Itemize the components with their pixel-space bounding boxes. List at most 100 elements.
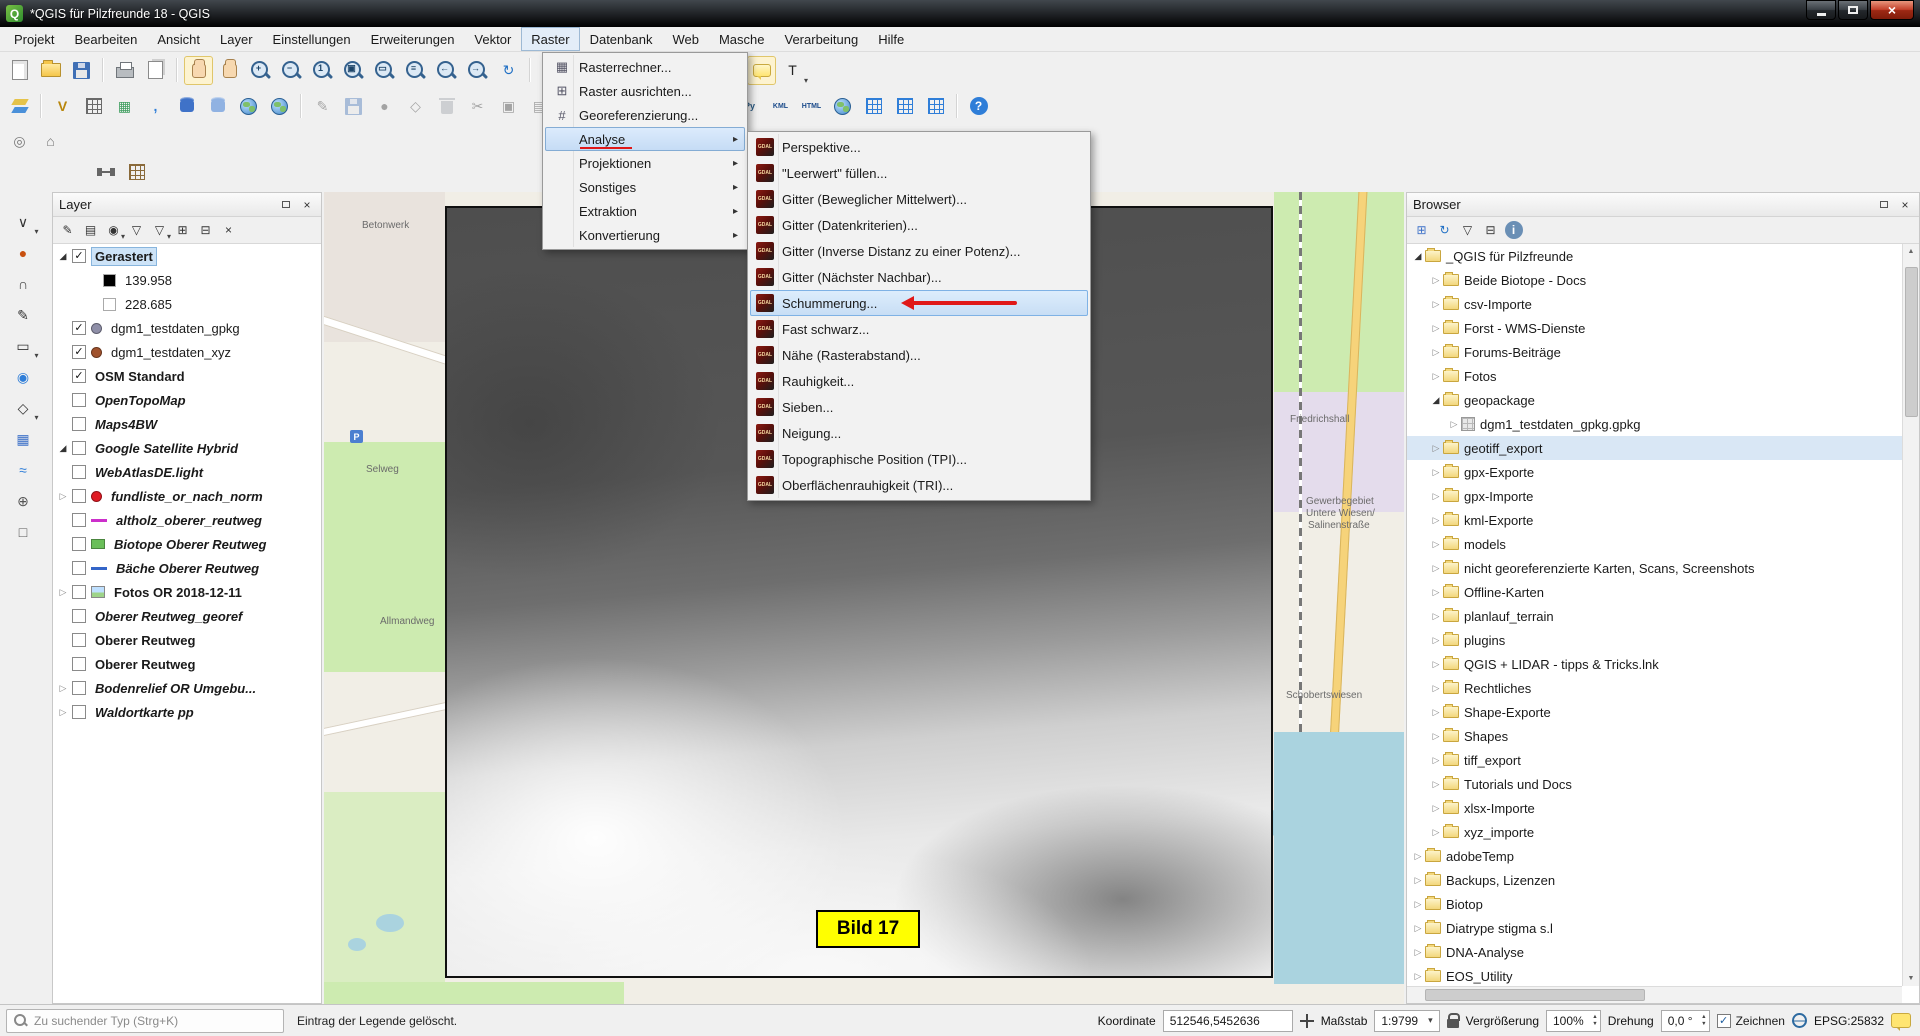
layer-name[interactable]: Oberer Reutweg_georef (91, 607, 246, 626)
expander-icon[interactable]: ▷ (1411, 923, 1425, 934)
add-wms-layer-icon[interactable] (234, 92, 263, 121)
layer-visibility-checkbox[interactable] (72, 393, 86, 407)
float-panel-button[interactable] (1876, 197, 1892, 212)
manage-map-themes-icon[interactable]: ◉▾ (103, 220, 124, 241)
browser-item-shape-exporte[interactable]: ▷Shape-Exporte (1407, 700, 1902, 724)
layer-row[interactable]: Oberer Reutweg_georef (53, 604, 321, 628)
filter-browser-icon[interactable]: ▽ (1457, 220, 1478, 241)
layer-row[interactable]: Oberer Reutweg (53, 628, 321, 652)
web-globe-icon[interactable] (828, 92, 857, 121)
properties-widget-icon[interactable]: i (1503, 220, 1524, 241)
browser-item-fotos[interactable]: ▷Fotos (1407, 364, 1902, 388)
processing-grid-3-icon[interactable] (921, 92, 950, 121)
browser-item-tiff-export[interactable]: ▷tiff_export (1407, 748, 1902, 772)
submenu-item-perspektive[interactable]: Perspektive... (750, 134, 1088, 160)
expander-icon[interactable]: ▷ (1411, 875, 1425, 886)
render-checkbox[interactable]: ✓ (1717, 1014, 1731, 1028)
menu-item-konvertierung[interactable]: Konvertierung▸ (545, 223, 745, 247)
spin-down-icon[interactable]: ▼ (1701, 1021, 1706, 1029)
browser-item-eos-utility[interactable]: ▷EOS_Utility (1407, 964, 1902, 986)
open-data-source-manager-icon[interactable] (5, 92, 34, 121)
html-tools-icon[interactable]: HTML (797, 92, 826, 121)
layer-visibility-checkbox[interactable] (72, 417, 86, 431)
browser-item-dna-analyse[interactable]: ▷DNA-Analyse (1407, 940, 1902, 964)
submenu-item-oberflächenrauhigkeit-tri[interactable]: Oberflächenrauhigkeit (TRI)... (750, 472, 1088, 498)
menu-item-rasterrechner[interactable]: ▦Rasterrechner... (545, 55, 745, 79)
layer-visibility-checkbox[interactable] (72, 681, 86, 695)
submenu-item-schummerung[interactable]: Schummerung... (750, 290, 1088, 316)
add-spatialite-layer-icon[interactable] (203, 92, 232, 121)
expand-all-icon[interactable]: ⊞ (172, 220, 193, 241)
layer-name[interactable]: 139.958 (121, 271, 176, 290)
new-project-icon[interactable] (5, 56, 34, 85)
expander-icon[interactable]: ▷ (1429, 635, 1443, 646)
submenu-item-sieben[interactable]: Sieben... (750, 394, 1088, 420)
submenu-item-topographische-position-tpi[interactable]: Topographische Position (TPI)... (750, 446, 1088, 472)
layer-name[interactable]: Bodenrelief OR Umgebu... (91, 679, 260, 698)
browser-item-gpx-importe[interactable]: ▷gpx-Importe (1407, 484, 1902, 508)
expander-icon[interactable]: ▷ (56, 707, 70, 718)
collapse-all-icon[interactable]: ⊟ (195, 220, 216, 241)
menu-raster[interactable]: Raster (521, 27, 579, 51)
menu-item-sonstiges[interactable]: Sonstiges▸ (545, 175, 745, 199)
spinner-arrows-icon[interactable]: ▲▼ (1701, 1014, 1706, 1029)
layer-visibility-checkbox[interactable]: ✓ (72, 345, 86, 359)
menu-item-analyse[interactable]: Analyse▸ (545, 127, 745, 151)
save-project-icon[interactable] (67, 56, 96, 85)
browser-item-planlauf-terrain[interactable]: ▷planlauf_terrain (1407, 604, 1902, 628)
add-raster-layer-icon[interactable] (79, 92, 108, 121)
menu-vektor[interactable]: Vektor (464, 27, 521, 51)
save-layer-edits-icon[interactable] (339, 92, 368, 121)
submenu-item-gitter-nächster-nachbar[interactable]: Gitter (Nächster Nachbar)... (750, 264, 1088, 290)
zoom-out-icon[interactable]: − (277, 56, 306, 85)
layer-name[interactable]: dgm1_testdaten_gpkg (107, 319, 244, 338)
expander-icon[interactable]: ▷ (1429, 779, 1443, 790)
filter-legend-icon[interactable]: ▽ (126, 220, 147, 241)
extents-toggle-icon[interactable] (1300, 1014, 1314, 1028)
expander-icon[interactable]: ▷ (1429, 563, 1443, 574)
layer-visibility-checkbox[interactable] (72, 657, 86, 671)
coordinate-field[interactable]: 512546,5452636 (1163, 1010, 1293, 1032)
refresh-map-icon[interactable]: ↻ (494, 56, 523, 85)
expander-icon[interactable]: ▷ (1429, 275, 1443, 286)
expander-icon[interactable]: ▷ (1429, 755, 1443, 766)
layer-row[interactable]: ▷Waldortkarte pp (53, 700, 321, 724)
layer-visibility-checkbox[interactable] (72, 633, 86, 647)
stream-digitize-tool-icon[interactable]: ≈ (9, 455, 38, 484)
zoom-full-icon[interactable]: ▣ (339, 56, 368, 85)
browser-item-xlsx-importe[interactable]: ▷xlsx-Importe (1407, 796, 1902, 820)
scale-combobox[interactable]: 1:9799 ▾ (1374, 1010, 1439, 1032)
raster-edit-tool-icon[interactable] (122, 158, 151, 187)
zoom-to-layer-icon[interactable]: ≡ (401, 56, 430, 85)
expander-icon[interactable]: ▷ (1429, 323, 1443, 334)
copy-features-icon[interactable]: ▣ (494, 92, 523, 121)
browser-item-dgm1-testdaten-gpkg-gpkg[interactable]: ▷dgm1_testdaten_gpkg.gpkg (1407, 412, 1902, 436)
magnifier-spinbox[interactable]: 100% ▲▼ (1546, 1010, 1601, 1032)
layer-visibility-checkbox[interactable] (72, 537, 86, 551)
vertex-tool-icon[interactable]: ◇ (401, 92, 430, 121)
layer-row[interactable]: 139.958 (53, 268, 321, 292)
layer-name[interactable]: Bäche Oberer Reutweg (112, 559, 263, 578)
zoom-next-icon[interactable]: → (463, 56, 492, 85)
layout-manager-icon[interactable] (141, 56, 170, 85)
browser-item-geotiff-export[interactable]: ▷geotiff_export (1407, 436, 1902, 460)
layer-visibility-checkbox[interactable] (72, 585, 86, 599)
expander-icon[interactable]: ▷ (1429, 467, 1443, 478)
layer-visibility-checkbox[interactable] (72, 513, 86, 527)
expander-icon[interactable]: ◢ (56, 251, 70, 262)
menu-item-extraktion[interactable]: Extraktion▸ (545, 199, 745, 223)
layer-row[interactable]: OpenTopoMap (53, 388, 321, 412)
expander-icon[interactable]: ▷ (56, 683, 70, 694)
layer-row[interactable]: altholz_oberer_reutweg (53, 508, 321, 532)
zoom-in-icon[interactable]: + (246, 56, 275, 85)
submenu-item-nähe-rasterabstand[interactable]: Nähe (Rasterabstand)... (750, 342, 1088, 368)
float-panel-button[interactable] (278, 197, 294, 212)
digitize-curve-tool-icon[interactable]: ∩ (9, 269, 38, 298)
add-vector-layer-icon[interactable]: V (48, 92, 77, 121)
layer-visibility-checkbox[interactable]: ✓ (72, 249, 86, 263)
topology-tool-icon[interactable]: ⊕ (9, 486, 38, 515)
layer-name[interactable]: Fotos OR 2018-12-11 (110, 583, 246, 602)
expander-icon[interactable]: ▷ (1411, 947, 1425, 958)
expander-icon[interactable]: ▷ (1411, 899, 1425, 910)
browser-item-biotop[interactable]: ▷Biotop (1407, 892, 1902, 916)
